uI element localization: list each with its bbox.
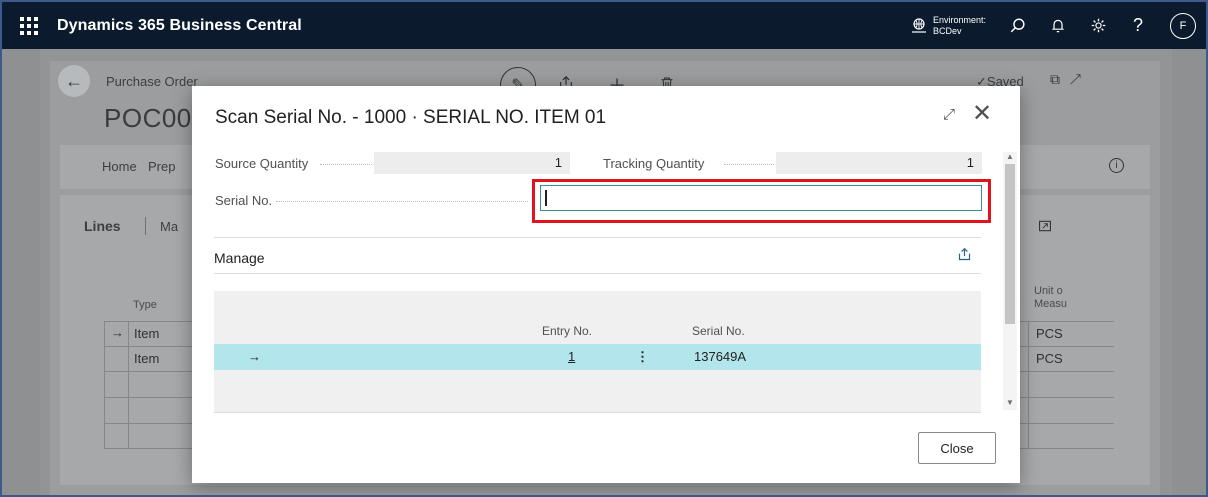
info-icon[interactable]: i (1109, 158, 1124, 173)
lines-manage-action[interactable]: Ma (160, 219, 178, 234)
user-avatar[interactable]: F (1170, 12, 1196, 39)
grid-line (104, 321, 105, 449)
column-header-serial-no[interactable]: Serial No. (692, 324, 745, 338)
divider (214, 412, 981, 413)
divider (214, 237, 981, 238)
close-button[interactable]: Close (918, 432, 996, 464)
row-unit[interactable]: PCS (1036, 326, 1063, 341)
source-quantity-label: Source Quantity (215, 156, 309, 171)
scrollbar[interactable]: ▲ ▼ (1003, 152, 1017, 410)
tab-home[interactable]: Home (102, 159, 137, 174)
app-title[interactable]: Dynamics 365 Business Central (57, 17, 302, 35)
page-caption: Purchase Order (106, 74, 198, 89)
back-arrow-icon[interactable]: ← (58, 65, 90, 97)
row-unit[interactable]: PCS (1036, 351, 1063, 366)
gear-icon[interactable] (1088, 16, 1108, 36)
grid-header (214, 291, 981, 349)
text-caret (545, 190, 547, 206)
tracking-quantity-label: Tracking Quantity (603, 156, 705, 171)
row-arrow-icon: → (111, 325, 124, 340)
more-options-icon[interactable]: ⋮ (636, 349, 649, 365)
bell-icon[interactable] (1048, 16, 1068, 36)
expand-icon[interactable]: ⤢ (943, 106, 955, 123)
grid-line (128, 321, 129, 449)
entry-no-link[interactable]: 1 (568, 349, 575, 364)
divider (214, 273, 981, 274)
search-icon[interactable] (1008, 16, 1028, 36)
waffle-icon[interactable] (20, 16, 40, 36)
manage-action[interactable]: Manage (214, 250, 265, 266)
environment-icon (911, 17, 926, 33)
source-quantity-value: 1 (374, 152, 570, 174)
dotted-leader (276, 201, 528, 202)
scroll-up-arrow[interactable]: ▲ (1006, 152, 1014, 161)
help-icon[interactable]: ? (1128, 15, 1148, 36)
column-header-entry-no[interactable]: Entry No. (542, 324, 592, 338)
environment-label: Environment: (932, 14, 986, 25)
column-header-type: Type (133, 299, 157, 311)
column-header-unit: Unit o Measu (1034, 285, 1068, 310)
close-icon[interactable]: ✕ (972, 100, 992, 128)
tab-prepare[interactable]: Prep (148, 159, 175, 174)
dotted-leader (724, 164, 774, 165)
scroll-down-arrow[interactable]: ▼ (1006, 398, 1014, 407)
row-arrow-icon: → (248, 349, 261, 364)
dialog-title: Scan Serial No. - 1000 · SERIAL NO. ITEM… (215, 107, 607, 128)
tracking-quantity-value: 1 (776, 152, 982, 174)
grid-empty-area (214, 370, 981, 412)
serial-no-cell[interactable]: 137649A (694, 349, 746, 364)
page-title: POC00 (104, 103, 192, 133)
grid-line (1028, 321, 1029, 449)
serial-no-label: Serial No. (215, 193, 273, 208)
serial-no-input[interactable] (540, 185, 982, 211)
scan-serial-dialog: Scan Serial No. - 1000 · SERIAL NO. ITEM… (192, 86, 1020, 483)
environment-indicator[interactable]: Environment: BCDev (911, 15, 986, 37)
window-frame: Dynamics 365 Business Central Environmen… (0, 0, 1208, 497)
page-window-icons[interactable]: ⧉↗ (1050, 71, 1091, 88)
scroll-thumb[interactable] (1005, 164, 1015, 324)
dotted-leader (320, 164, 372, 165)
environment-value: BCDev (932, 25, 962, 36)
row-type[interactable]: Item (134, 326, 159, 341)
share-icon[interactable] (957, 247, 972, 266)
lines-separator (145, 217, 146, 235)
top-bar: Dynamics 365 Business Central Environmen… (2, 2, 1206, 49)
lines-title: Lines (84, 218, 121, 234)
table-row-selected[interactable] (214, 344, 981, 370)
row-type[interactable]: Item (134, 351, 159, 366)
